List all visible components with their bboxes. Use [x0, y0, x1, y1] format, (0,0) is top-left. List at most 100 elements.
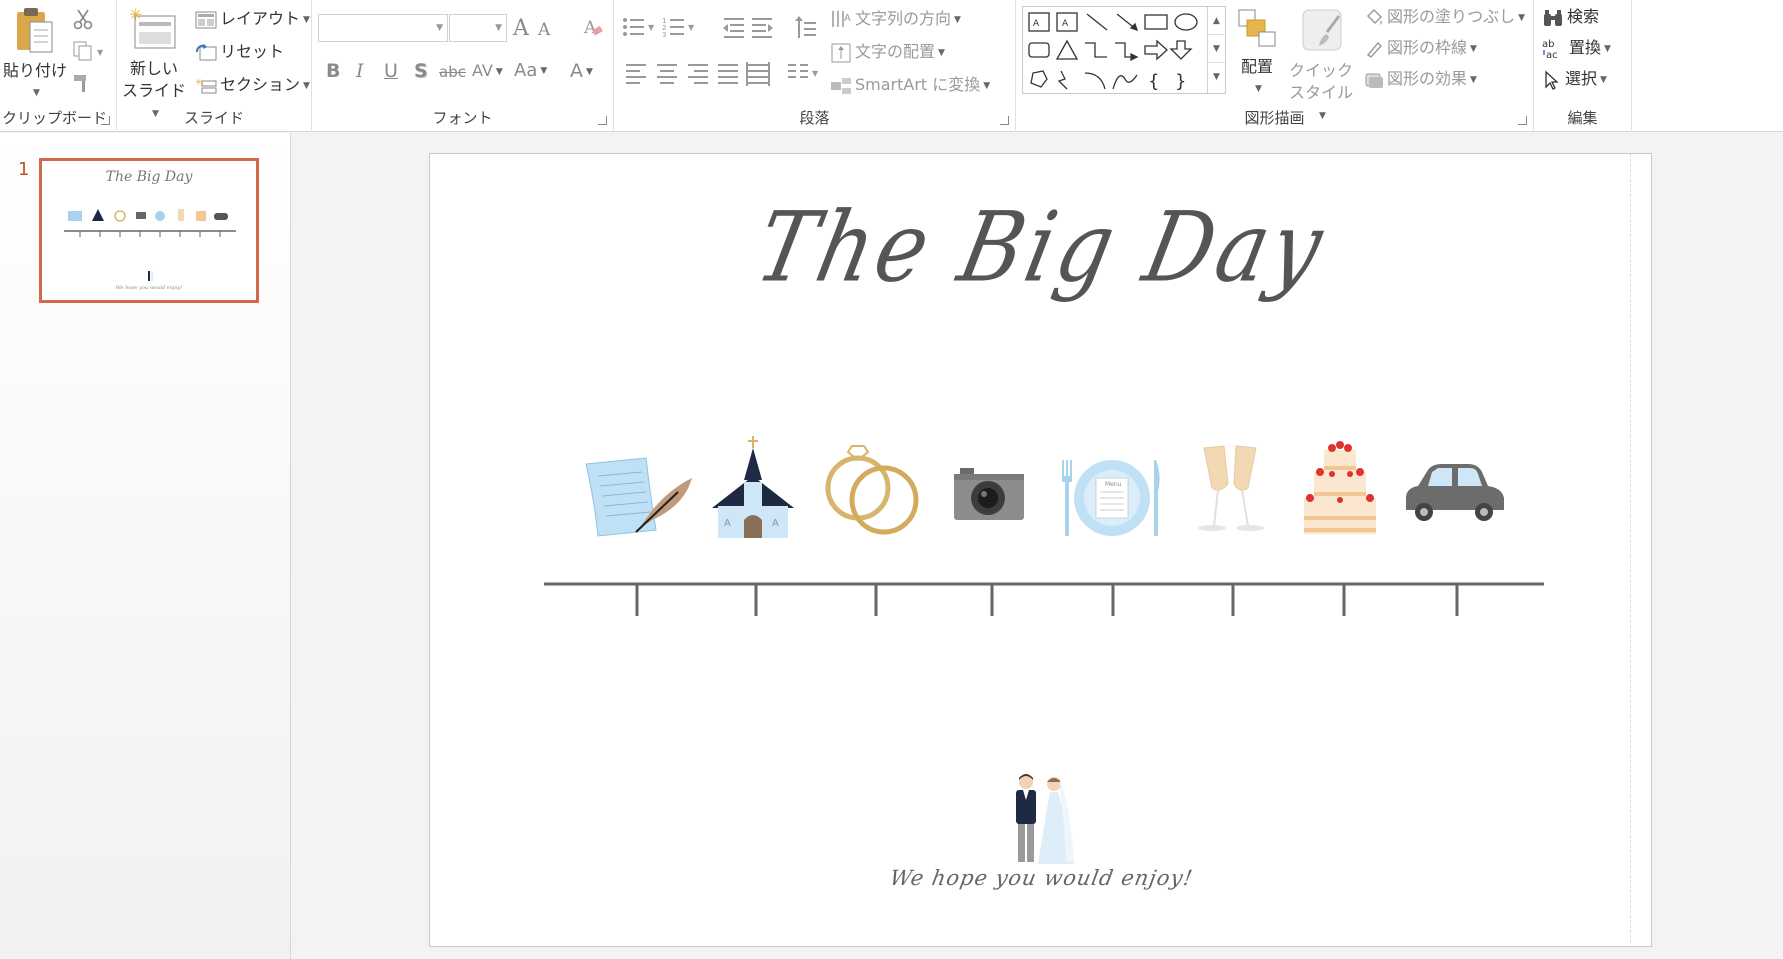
cut-icon[interactable]	[72, 8, 94, 34]
shape-effects-dropdown-icon: ▼	[1470, 74, 1477, 85]
case-dropdown-icon: ▼	[540, 66, 548, 76]
shape-fill-button[interactable]: 図形の塗りつぶし ▼	[1364, 4, 1525, 30]
change-case-label: Aa	[514, 60, 538, 81]
powerpoint-window: 貼り付け ▼ ▼ クリップボード ✳ 新しい スライド▼ レイアウト ▼ リセッ…	[0, 0, 1783, 959]
gallery-down-icon[interactable]: ▼	[1208, 35, 1225, 63]
car-icon[interactable]	[1402, 462, 1506, 526]
slide-thumbnail-1[interactable]: The Big Day We hope you would enjoy!	[39, 158, 259, 303]
dinner-plate-icon[interactable]: Menu	[1060, 458, 1164, 538]
shape-fill-label: 図形の塗りつぶし	[1387, 7, 1516, 26]
arrange-label: 配置	[1240, 57, 1273, 76]
character-spacing-button[interactable]: AV ▼	[472, 61, 503, 80]
quick-styles-icon	[1302, 9, 1342, 51]
find-label: 検索	[1567, 7, 1600, 26]
bride-groom-icon[interactable]	[1008, 774, 1080, 866]
rings-icon[interactable]	[820, 442, 926, 538]
strikethrough-button[interactable]: abc	[439, 63, 466, 81]
replace-button[interactable]: ab ac 置換 ▼	[1542, 35, 1611, 61]
italic-button[interactable]: I	[356, 60, 364, 82]
shadow-button[interactable]: S	[414, 60, 428, 82]
svg-text:ac: ac	[1546, 50, 1558, 60]
smartart-button[interactable]: SmartArt に変換 ▼	[830, 72, 990, 98]
format-painter-icon[interactable]	[72, 72, 94, 98]
change-case-button[interactable]: Aa ▼	[514, 60, 547, 81]
shape-outline-button[interactable]: 図形の枠線 ▼	[1364, 35, 1477, 61]
svg-text:✳: ✳	[129, 8, 142, 24]
svg-text:✳: ✳	[195, 78, 203, 88]
font-name-combo[interactable]: ▼	[318, 14, 448, 42]
font-group: ▼ ▼ A A A B I U S abc AV ▼ Aa ▼ A ▼ フォント	[312, 0, 614, 132]
font-color-button[interactable]: A ▼	[570, 60, 593, 82]
quick-styles-label-2: スタイル	[1288, 83, 1353, 102]
svg-text:ab: ab	[1542, 39, 1554, 50]
reset-button[interactable]: リセット	[195, 39, 284, 65]
shape-fill-icon	[1367, 8, 1382, 25]
find-button[interactable]: 検索	[1542, 4, 1599, 30]
slide-thumbnail-pane[interactable]: 1 The Big Day We hope you would enjoy!	[0, 133, 291, 959]
section-button[interactable]: ✳ セクション ▼	[195, 72, 310, 98]
align-text-dropdown-icon: ▼	[938, 47, 945, 58]
thumbnail-title: The Big Day	[105, 169, 193, 185]
svg-text:3: 3	[662, 31, 666, 39]
slides-group-label: スライド	[183, 109, 244, 127]
underline-button[interactable]: U	[384, 60, 398, 82]
timeline[interactable]	[544, 582, 1544, 622]
font-size-combo[interactable]: ▼	[449, 14, 507, 42]
shape-gallery-scroll[interactable]: ▲ ▼ ▼	[1207, 7, 1225, 93]
layout-button[interactable]: レイアウト ▼	[195, 6, 310, 32]
grow-font-button[interactable]: A	[513, 16, 529, 41]
letter-quill-icon[interactable]	[580, 454, 696, 538]
chapel-icon[interactable]: AA	[710, 436, 796, 540]
arrange-button[interactable]: 配置 ▼	[1230, 6, 1284, 100]
paste-icon	[17, 8, 53, 53]
new-slide-icon: ✳	[129, 5, 176, 49]
section-label: セクション	[220, 75, 301, 94]
paragraph-group: ▼ 123 ▼ ▼ A 文字列の方向 ▼ 文字の配置 ▼ SmartArt に変…	[614, 0, 1016, 132]
slide-canvas[interactable]: The Big Day AA Menu We hope you would en…	[428, 153, 1655, 948]
arrange-icon	[1238, 9, 1276, 47]
gallery-more-icon[interactable]: ▼	[1208, 63, 1225, 91]
copy-icon[interactable]: ▼	[72, 40, 108, 66]
champagne-icon[interactable]	[1190, 442, 1272, 538]
gallery-up-icon[interactable]: ▲	[1208, 7, 1225, 35]
text-direction-label: 文字列の方向	[855, 9, 952, 28]
drawing-group: A A {} ▲ ▼ ▼ 配置 ▼ クイック スタイル▼ 図形の塗りつぶし ▼…	[1016, 0, 1534, 132]
text-direction-button[interactable]: A 文字列の方向 ▼	[830, 6, 961, 32]
cursor-arrow-icon	[1545, 70, 1559, 90]
editing-group: 検索 ab ac 置換 ▼ 選択 ▼ 編集	[1534, 0, 1632, 132]
binoculars-icon	[1544, 9, 1562, 26]
shape-outline-icon	[1366, 41, 1382, 58]
svg-text:A: A	[1062, 19, 1069, 29]
wedding-cake-icon[interactable]	[1300, 436, 1380, 536]
font-launcher-icon[interactable]	[598, 116, 607, 125]
shape-gallery[interactable]: A A {} ▲ ▼ ▼	[1022, 6, 1226, 94]
select-button[interactable]: 選択 ▼	[1542, 66, 1607, 92]
shape-outline-label: 図形の枠線	[1387, 38, 1468, 57]
thumbnail-timeline	[64, 209, 236, 281]
new-slide-label-1: 新しい	[129, 59, 178, 78]
font-size-dropdown-icon: ▼	[495, 23, 502, 33]
font-color-dropdown-icon: ▼	[586, 66, 593, 77]
paragraph-launcher-icon[interactable]	[1000, 116, 1009, 125]
svg-text:A: A	[844, 13, 851, 24]
font-color-label: A	[570, 60, 583, 82]
align-text-button[interactable]: 文字の配置 ▼	[830, 39, 945, 65]
editing-group-label: 編集	[1567, 109, 1598, 127]
drawing-launcher-icon[interactable]	[1518, 116, 1527, 125]
bold-button[interactable]: B	[326, 60, 340, 82]
clipboard-launcher-icon[interactable]	[101, 116, 110, 125]
reset-icon	[196, 43, 217, 60]
shrink-font-button[interactable]: A	[538, 20, 550, 40]
layout-icon	[195, 11, 217, 28]
paste-button[interactable]: 貼り付け ▼	[2, 6, 68, 104]
paste-dropdown-icon[interactable]: ▼	[5, 82, 68, 104]
camera-icon[interactable]	[952, 466, 1026, 522]
clear-formatting-icon[interactable]: A	[582, 16, 604, 42]
font-group-label: フォント	[432, 109, 493, 127]
paragraph-list-icons: ▼ 123 ▼ ▼	[623, 16, 819, 86]
shape-effects-button[interactable]: 図形の効果 ▼	[1364, 66, 1477, 92]
svg-text:▼: ▼	[648, 23, 655, 32]
section-dropdown-icon: ▼	[303, 80, 310, 91]
slide-title[interactable]: The Big Day	[418, 191, 1665, 304]
slide-subtitle[interactable]: We hope you would enjoy!	[428, 866, 1655, 890]
